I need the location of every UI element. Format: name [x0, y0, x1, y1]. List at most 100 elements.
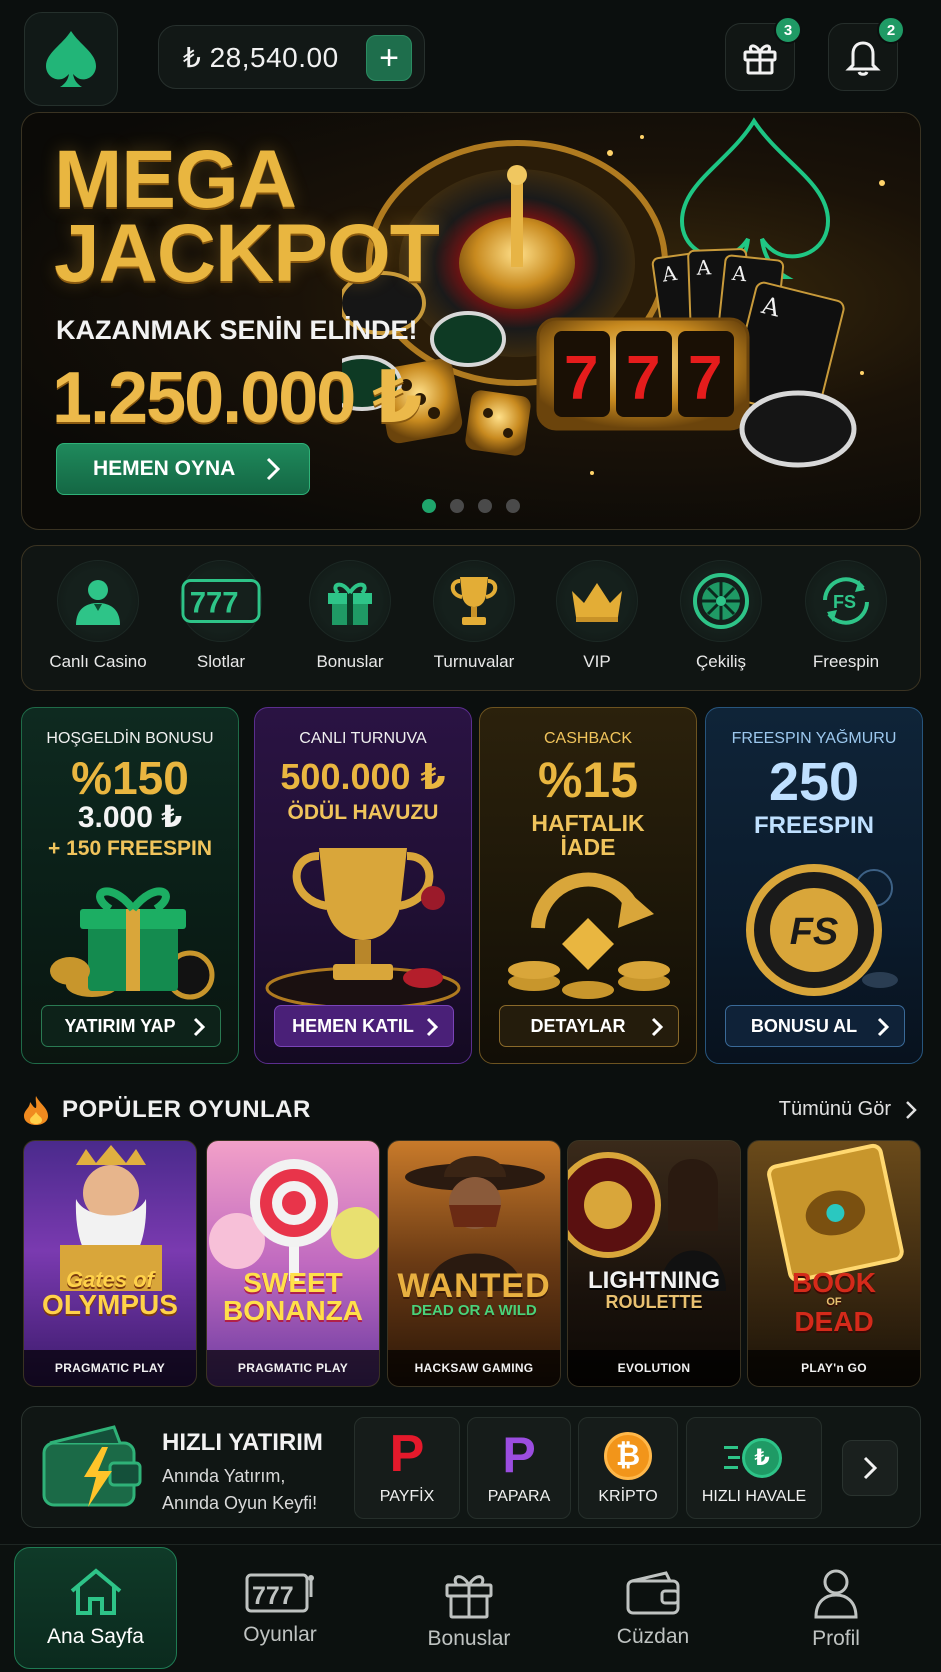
category-freespin[interactable]: FS Freespin: [786, 560, 906, 680]
chevron-right-icon: [266, 457, 281, 481]
game-card-wanted-dead-or-a-wild[interactable]: WANTED DEAD OR A WILD HACKSAW GAMING: [387, 1140, 561, 1387]
payment-label: PAYFİX: [379, 1488, 435, 1505]
payment-label: HIZLI HAVALE: [701, 1488, 807, 1505]
payment-payfix[interactable]: P PAYFİX: [354, 1417, 460, 1519]
nav-games[interactable]: 777 Oyunlar: [200, 1545, 360, 1672]
carousel-dot[interactable]: [450, 499, 464, 513]
promo-line3: İADE: [560, 833, 616, 860]
game-card-gates-of-olympus[interactable]: Gates of OLYMPUS PRAGMATIC PLAY: [23, 1140, 197, 1387]
game-provider: HACKSAW GAMING: [388, 1350, 560, 1386]
svg-text:FS: FS: [833, 592, 856, 612]
promo-top-label: FREESPIN YAĞMURU: [731, 730, 897, 747]
category-raffle[interactable]: Çekiliş: [661, 560, 781, 680]
nav-label: Bonuslar: [427, 1627, 511, 1650]
nav-home[interactable]: Ana Sayfa: [14, 1547, 177, 1669]
bitcoin-icon: ₿: [604, 1432, 652, 1480]
hero-title-line2: JACKPOT: [54, 208, 440, 299]
promo-headline: %15: [537, 752, 639, 808]
details-button[interactable]: DETAYLAR: [499, 1005, 679, 1047]
category-vip[interactable]: VIP: [537, 560, 657, 680]
game-card-sweet-bonanza[interactable]: SWEET BONANZA PRAGMATIC PLAY: [206, 1140, 380, 1387]
carousel-dot[interactable]: [478, 499, 492, 513]
play-now-label: HEMEN OYNA: [93, 457, 236, 480]
promo-card-welcome[interactable]: HOŞGELDİN BONUSU %150 3.000 ₺ + 150 FREE…: [21, 707, 239, 1064]
jackpot-amount: 1.250.000 ₺: [52, 358, 422, 438]
see-all-link[interactable]: Tümünü Gör: [779, 1098, 917, 1121]
category-label: Slotlar: [196, 652, 246, 671]
logo[interactable]: [24, 12, 118, 106]
carousel-dot[interactable]: [506, 499, 520, 513]
quick-deposit-title: HIZLI YATIRIM: [162, 1429, 323, 1456]
popular-games-header: POPÜLER OYUNLAR: [22, 1094, 311, 1126]
gift-count-badge: 3: [774, 16, 802, 44]
category-bar: Canlı Casino 777 Slotlar Bonuslar Turnuv…: [21, 545, 921, 691]
game-provider: PRAGMATIC PLAY: [24, 1350, 196, 1386]
slot-777-icon: 777: [245, 1573, 314, 1613]
game-provider: EVOLUTION: [568, 1350, 740, 1386]
category-label: Canlı Casino: [49, 652, 147, 671]
payment-papara[interactable]: P PAPARA: [467, 1417, 571, 1519]
promo-headline: 500.000 ₺: [280, 756, 446, 797]
wallet-icon: [626, 1571, 680, 1615]
play-now-button[interactable]: HEMEN OYNA: [56, 443, 310, 495]
more-payments-button[interactable]: [842, 1440, 898, 1496]
promo-card-cashback[interactable]: CASHBACK %15 HAFTALIK İADE DETAYLAR: [479, 707, 697, 1064]
freespin-chip-illustration: FS: [746, 864, 898, 996]
gifts-button[interactable]: 3: [725, 16, 802, 91]
promo-card-freespin[interactable]: FREESPIN YAĞMURU 250 FREESPIN FS BONUSU …: [705, 707, 923, 1064]
payfix-logo-icon: P: [389, 1425, 425, 1483]
promo-line2: ÖDÜL HAVUZU: [287, 800, 439, 824]
balance-display: ₺ 28,540.00 +: [158, 25, 425, 89]
join-now-button[interactable]: HEMEN KATIL: [274, 1005, 454, 1047]
game-title-line2: OLYMPUS: [42, 1289, 178, 1320]
category-label: Turnuvalar: [433, 652, 515, 671]
category-slots[interactable]: 777 Slotlar: [161, 560, 281, 680]
game-card-book-of-dead[interactable]: BOOK OF DEAD PLAY'n GO: [747, 1140, 921, 1387]
promo-line3: + 150 FREESPIN: [48, 836, 212, 860]
promo-headline: 250: [768, 752, 860, 812]
game-title-line2: DEAD OR A WILD: [411, 1302, 537, 1319]
chevron-right-icon: [863, 1456, 878, 1480]
spade-icon: [46, 31, 96, 87]
slot-777-icon: 777: [181, 579, 261, 623]
deposit-button[interactable]: YATIRIM YAP: [41, 1005, 221, 1047]
nav-bonuses[interactable]: Bonuslar: [389, 1545, 549, 1672]
claim-bonus-button[interactable]: BONUSU AL: [725, 1005, 905, 1047]
hero-subtitle: KAZANMAK SENİN ELİNDE!: [56, 315, 418, 345]
svg-text:A: A: [695, 255, 712, 280]
payment-crypto[interactable]: ₿ KRİPTO: [578, 1417, 678, 1519]
payment-fast-transfer[interactable]: ₺ HIZLI HAVALE: [686, 1417, 822, 1519]
fast-transfer-icon: ₺: [724, 1436, 784, 1480]
bottom-navigation: Ana Sayfa 777 Oyunlar Bonuslar Cüzdan Pr…: [0, 1544, 941, 1672]
game-title-line1: WANTED: [397, 1267, 551, 1305]
nav-profile[interactable]: Profil: [756, 1545, 916, 1672]
game-provider: PLAY'n GO: [748, 1350, 920, 1386]
nav-label: Oyunlar: [243, 1623, 317, 1646]
payment-label: PAPARA: [487, 1488, 551, 1505]
quick-deposit-line1: Anında Yatırım,: [162, 1466, 286, 1486]
add-funds-button[interactable]: +: [366, 35, 412, 81]
carousel-dot[interactable]: [422, 499, 436, 513]
crown-icon: [572, 583, 622, 622]
chevron-right-icon: [193, 1017, 206, 1037]
section-title: POPÜLER OYUNLAR: [62, 1096, 311, 1123]
dealer-icon: [76, 580, 120, 625]
chevron-right-icon: [906, 1100, 917, 1119]
promo-card-tournament[interactable]: CANLI TURNUVA 500.000 ₺ ÖDÜL HAVUZU HEME…: [254, 707, 472, 1064]
category-tournaments[interactable]: Turnuvalar: [414, 560, 534, 680]
wheel-icon: [693, 573, 749, 629]
payment-label: KRİPTO: [598, 1488, 658, 1505]
category-bonuses[interactable]: Bonuslar: [290, 560, 410, 680]
game-card-lightning-roulette[interactable]: LIGHTNING ROULETTE EVOLUTION: [567, 1140, 741, 1387]
cashback-coins-illustration: [508, 872, 670, 999]
details-button-label: DETAYLAR: [530, 1015, 626, 1036]
quick-deposit-subtitle: Anında Yatırım, Anında Oyun Keyfi!: [162, 1463, 317, 1517]
notifications-button[interactable]: 2: [828, 16, 905, 91]
category-live-casino[interactable]: Canlı Casino: [38, 560, 158, 680]
jackpot-banner[interactable]: A A A A 7 7 7 MEGA JACKPOT KAZANMAK SENİ…: [21, 112, 921, 530]
nav-wallet[interactable]: Cüzdan: [573, 1545, 733, 1672]
game-title-line2: DEAD: [794, 1306, 874, 1337]
fire-icon: [24, 1096, 48, 1125]
promo-headline: %150: [71, 752, 189, 804]
home-icon: [70, 1568, 121, 1615]
